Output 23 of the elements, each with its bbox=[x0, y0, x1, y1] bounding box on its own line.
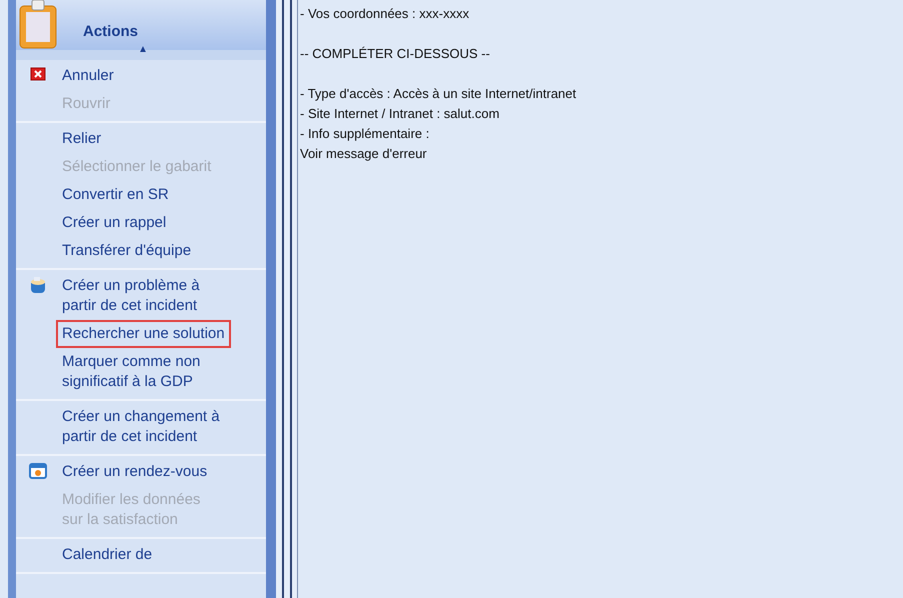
action-link[interactable]: Transférer d'équipe bbox=[56, 237, 198, 265]
description-line: - Site Internet / Intranet : salut.com bbox=[300, 105, 500, 123]
description-line: -- COMPLÉTER CI-DESSOUS -- bbox=[300, 45, 491, 63]
action-link[interactable]: Créer un rappel bbox=[56, 209, 172, 237]
description-line: - Type d'accès : Accès à un site Internet/intranet bbox=[300, 85, 578, 103]
clipboard-icon bbox=[18, 0, 58, 50]
calendar-icon bbox=[29, 462, 47, 480]
cup-icon bbox=[29, 276, 47, 294]
action-link[interactable]: Relier bbox=[56, 125, 108, 153]
action-link[interactable]: Convertir en SR bbox=[56, 181, 175, 209]
action-link[interactable]: Créer un rendez-vous bbox=[56, 458, 214, 486]
action-link[interactable]: Marquer comme non significatif à la GDP bbox=[56, 348, 206, 396]
panel-title: Actions bbox=[83, 23, 138, 40]
action-link[interactable]: Créer un problème à partir de cet incident bbox=[56, 272, 206, 320]
action-link[interactable]: Rechercher une solution bbox=[56, 320, 231, 348]
action-link[interactable]: Calendrier de bbox=[56, 541, 158, 569]
cancel-icon bbox=[30, 66, 46, 82]
action-link[interactable]: Créer un changement à partir de cet incident bbox=[56, 403, 226, 451]
collapse-button[interactable]: ▲ bbox=[138, 44, 148, 56]
action-link[interactable]: Annuler bbox=[56, 62, 120, 90]
description-line: - Info supplémentaire : bbox=[300, 125, 430, 143]
description-line: Voir message d'erreur bbox=[300, 145, 428, 163]
description-line: - Vos coordonnées : xxx-xxxx bbox=[300, 5, 470, 23]
